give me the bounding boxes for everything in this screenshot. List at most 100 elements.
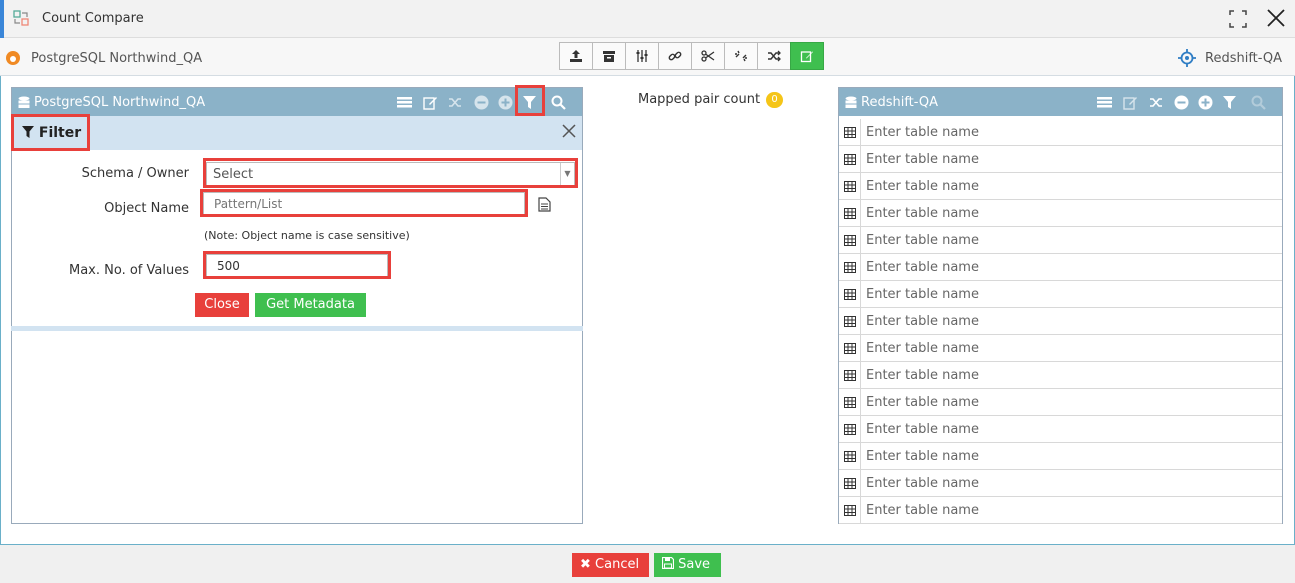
row-separator — [860, 497, 861, 524]
max-values-input[interactable] — [206, 254, 388, 277]
row-separator — [860, 416, 861, 443]
table-row[interactable]: Enter table name — [839, 335, 1282, 362]
table-icon — [844, 451, 856, 462]
shuffle-icon[interactable] — [448, 95, 463, 110]
target-panel-header: Redshift-QA — [839, 88, 1282, 116]
schema-owner-value: Select — [213, 167, 254, 182]
filter-close-icon[interactable] — [561, 123, 577, 139]
table-name-input[interactable]: Enter table name — [866, 287, 979, 302]
filter-header: Filter — [12, 116, 582, 150]
table-icon — [844, 505, 856, 516]
row-separator — [860, 335, 861, 362]
schema-owner-label: Schema / Owner — [81, 166, 189, 181]
filter-icon[interactable] — [1222, 95, 1237, 110]
mapped-pair-count-badge: 0 — [766, 92, 783, 108]
table-icon — [844, 181, 856, 192]
table-name-input[interactable]: Enter table name — [866, 179, 979, 194]
table-name-input[interactable]: Enter table name — [866, 233, 979, 248]
maximize-icon[interactable] — [1228, 9, 1248, 29]
list-view-icon[interactable] — [1097, 95, 1112, 110]
table-row[interactable]: Enter table name — [839, 416, 1282, 443]
database-icon — [845, 96, 857, 108]
table-icon — [844, 316, 856, 327]
add-icon[interactable] — [498, 95, 513, 110]
filter-icon[interactable] — [522, 95, 537, 110]
filter-title: Filter — [22, 125, 81, 141]
filter-heading-icon — [22, 126, 34, 138]
save-icon — [661, 556, 675, 570]
dropdown-arrow-icon: ▼ — [560, 163, 574, 185]
table-row[interactable]: Enter table name — [839, 281, 1282, 308]
table-row[interactable]: Enter table name — [839, 227, 1282, 254]
table-row[interactable]: Enter table name — [839, 119, 1282, 146]
table-row[interactable]: Enter table name — [839, 362, 1282, 389]
table-icon — [844, 289, 856, 300]
table-row[interactable]: Enter table name — [839, 146, 1282, 173]
table-row[interactable]: Enter table name — [839, 173, 1282, 200]
shuffle-button[interactable] — [757, 42, 791, 70]
table-row[interactable]: Enter table name — [839, 470, 1282, 497]
table-name-input[interactable]: Enter table name — [866, 422, 979, 437]
table-name-input[interactable]: Enter table name — [866, 368, 979, 383]
cancel-button[interactable]: ✖ Cancel — [572, 553, 649, 577]
add-icon[interactable] — [1198, 95, 1213, 110]
table-name-input[interactable]: Enter table name — [866, 476, 979, 491]
table-icon — [844, 127, 856, 138]
upload-icon — [570, 50, 582, 62]
table-name-input[interactable]: Enter table name — [866, 206, 979, 221]
upload-button[interactable] — [559, 42, 593, 70]
table-name-input[interactable]: Enter table name — [866, 314, 979, 329]
document-icon[interactable] — [538, 197, 551, 212]
table-name-input[interactable]: Enter table name — [866, 449, 979, 464]
row-separator — [860, 173, 861, 200]
edit-icon[interactable] — [1123, 95, 1138, 110]
table-row[interactable]: Enter table name — [839, 497, 1282, 524]
archive-button[interactable] — [592, 42, 626, 70]
unlink-button[interactable] — [724, 42, 758, 70]
table-row[interactable]: Enter table name — [839, 443, 1282, 470]
table-icon — [844, 343, 856, 354]
edit-icon[interactable] — [423, 95, 438, 110]
table-name-input[interactable]: Enter table name — [866, 395, 979, 410]
shuffle-icon[interactable] — [1149, 95, 1164, 110]
table-name-input[interactable]: Enter table name — [866, 125, 979, 140]
table-row[interactable]: Enter table name — [839, 200, 1282, 227]
footer: ✖ Cancel Save — [0, 545, 1295, 583]
unlink-icon — [735, 50, 747, 62]
row-separator — [860, 119, 861, 146]
list-view-icon[interactable] — [397, 95, 412, 110]
title-bar: Count Compare — [0, 0, 1295, 38]
app-icon — [13, 10, 29, 26]
object-name-input[interactable] — [203, 192, 525, 215]
remove-icon[interactable] — [474, 95, 489, 110]
source-connection-label: PostgreSQL Northwind_QA — [31, 51, 203, 66]
row-separator — [860, 389, 861, 416]
close-filter-button[interactable]: Close — [195, 293, 249, 317]
table-row[interactable]: Enter table name — [839, 308, 1282, 335]
search-icon[interactable] — [1251, 95, 1266, 110]
table-icon — [844, 262, 856, 273]
object-name-label: Object Name — [104, 201, 189, 216]
sliders-icon — [636, 50, 648, 62]
table-name-input[interactable]: Enter table name — [866, 503, 979, 518]
schema-owner-select[interactable]: Select ▼ — [206, 162, 575, 186]
cut-button[interactable] — [691, 42, 725, 70]
table-icon — [844, 154, 856, 165]
table-name-input[interactable]: Enter table name — [866, 152, 979, 167]
save-button[interactable]: Save — [654, 553, 721, 577]
table-name-input[interactable]: Enter table name — [866, 260, 979, 275]
remove-icon[interactable] — [1174, 95, 1189, 110]
settings-sliders-button[interactable] — [625, 42, 659, 70]
close-window-icon[interactable] — [1264, 6, 1288, 30]
table-name-input[interactable]: Enter table name — [866, 341, 979, 356]
link-button[interactable] — [658, 42, 692, 70]
edit-button[interactable] — [790, 42, 824, 70]
table-icon — [844, 208, 856, 219]
table-row[interactable]: Enter table name — [839, 389, 1282, 416]
table-row[interactable]: Enter table name — [839, 254, 1282, 281]
source-panel-title: PostgreSQL Northwind_QA — [34, 95, 206, 110]
row-separator — [860, 227, 861, 254]
get-metadata-button[interactable]: Get Metadata — [255, 293, 366, 317]
search-icon[interactable] — [551, 95, 566, 110]
table-icon — [844, 235, 856, 246]
